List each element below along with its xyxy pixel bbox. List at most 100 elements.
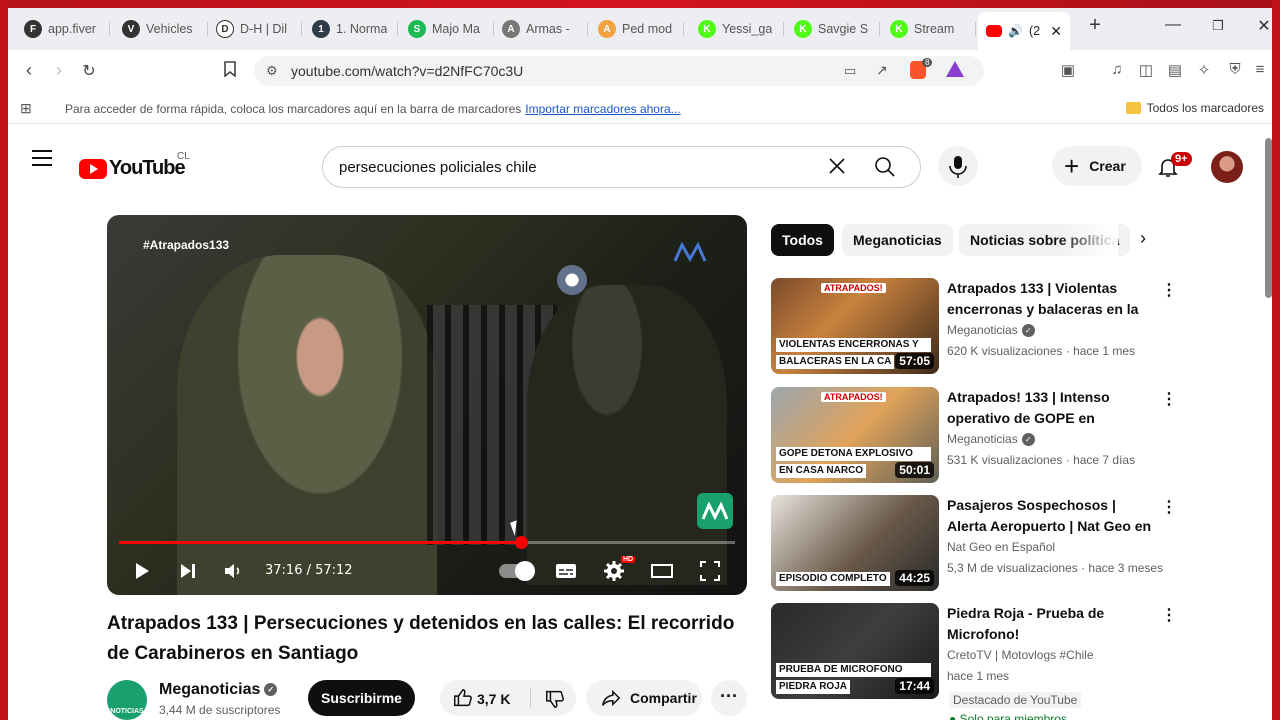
dislike-icon[interactable] — [544, 688, 566, 710]
tab-item[interactable]: K Savgie S — [786, 14, 880, 44]
search-button[interactable] — [873, 155, 903, 181]
speaker-icon[interactable]: 🔊 — [1008, 24, 1023, 38]
more-actions-button[interactable]: ··· — [711, 680, 747, 716]
tab-item[interactable]: Fapp.fiver — [16, 14, 110, 44]
new-tab-button[interactable]: + — [1080, 14, 1110, 37]
fullscreen-icon[interactable] — [698, 559, 722, 583]
search-box[interactable]: persecuciones policiales chile — [322, 146, 921, 188]
recommendation-item[interactable]: ATRAPADOS! GOPE DETONA EXPLOSIVO EN CASA N… — [771, 387, 1181, 487]
channel-name[interactable]: Meganoticias ✓ — [159, 681, 278, 699]
recommendation-channel[interactable]: Meganoticias ✓ — [947, 323, 1035, 338]
share-page-icon[interactable]: ↗ — [876, 62, 888, 79]
forward-button[interactable]: › — [48, 60, 70, 81]
brave-rewards-icon[interactable] — [946, 61, 964, 77]
import-bookmarks-link[interactable]: Importar marcadores ahora... — [525, 102, 680, 116]
reload-button[interactable]: ↻ — [78, 61, 100, 81]
filter-chip[interactable]: Meganoticias — [842, 224, 953, 256]
channel-name-text[interactable]: Meganoticias — [159, 681, 260, 698]
recommendation-item[interactable]: EPISODIO COMPLETO 44:25 Pasajeros Sospecho… — [771, 495, 1181, 595]
search-input[interactable]: persecuciones policiales chile — [339, 159, 537, 176]
recommendation-title[interactable]: Atrapados! 133 | Intenso operativo de GO… — [947, 387, 1152, 429]
apps-grid-icon[interactable]: ⊞ — [20, 100, 32, 117]
guide-menu-icon[interactable] — [32, 150, 52, 166]
tab-item[interactable]: K Stream — [882, 14, 976, 44]
tab-close-icon[interactable]: ✕ — [1050, 23, 1062, 40]
thumbnail-caption: EN CASA NARCO — [776, 464, 867, 478]
recommendation-channel[interactable]: CretoTV | Motovlogs #Chile — [947, 648, 1094, 662]
autoplay-toggle[interactable] — [499, 561, 535, 581]
tab-item[interactable]: 1 1. Norma — [304, 14, 398, 44]
channel-avatar[interactable]: NOTICIAS — [107, 680, 147, 720]
recommendation-channel-text[interactable]: Meganoticias — [947, 432, 1018, 446]
wallet-icon[interactable]: ▤ — [1165, 61, 1185, 79]
more-options-icon[interactable]: ⋮ — [1161, 280, 1177, 300]
all-bookmarks-button[interactable]: Todos los marcadores — [1125, 101, 1264, 115]
account-avatar[interactable] — [1211, 151, 1243, 183]
voice-search-button[interactable] — [938, 146, 978, 186]
minimize-button[interactable]: — — [1158, 16, 1188, 34]
leo-ai-icon[interactable]: ✧ — [1194, 61, 1214, 79]
back-button[interactable]: ‹ — [18, 60, 40, 81]
create-button[interactable]: + Crear — [1052, 146, 1142, 186]
recommendation-title[interactable]: Pasajeros Sospechosos | Alerta Aeropuert… — [947, 495, 1152, 537]
video-thumbnail[interactable]: ATRAPADOS! VIOLENTAS ENCERRONAS Y BALACERA… — [771, 278, 939, 374]
more-options-icon[interactable]: ⋮ — [1161, 389, 1177, 409]
recommendation-title[interactable]: Atrapados 133 | Violentas encerronas y b… — [947, 278, 1152, 320]
recommendation-channel[interactable]: Nat Geo en Español — [947, 540, 1055, 554]
menu-icon[interactable]: ≡ — [1250, 61, 1270, 78]
theater-mode-icon[interactable] — [650, 559, 674, 583]
subtitles-icon[interactable] — [554, 559, 578, 583]
recommendation-title[interactable]: Piedra Roja - Prueba de Microfono! — [947, 603, 1152, 645]
next-button[interactable] — [176, 559, 200, 583]
tab-item[interactable]: A Armas - — [494, 14, 588, 44]
recommendation-channel-text[interactable]: Meganoticias — [947, 323, 1018, 337]
more-options-icon[interactable]: ⋮ — [1161, 497, 1177, 517]
play-button[interactable] — [129, 559, 153, 583]
chevron-right-icon[interactable]: › — [1140, 228, 1146, 249]
page-scrollbar[interactable] — [1265, 138, 1272, 298]
address-bar[interactable]: ⚙ youtube.com/watch?v=d2NfFC70c3U ▭ ↗ 8 — [254, 56, 984, 86]
tab-item[interactable]: V Vehicles — [114, 14, 208, 44]
tab-favicon-icon: K — [794, 20, 812, 38]
more-options-icon[interactable]: ⋮ — [1161, 605, 1177, 625]
filter-chip[interactable]: Todos — [771, 224, 834, 256]
recommendation-channel-text[interactable]: Nat Geo en Español — [947, 540, 1055, 554]
progress-scrubber[interactable] — [514, 536, 528, 549]
site-settings-icon[interactable]: ⚙ — [266, 63, 278, 79]
share-button[interactable]: Compartir — [586, 680, 702, 716]
search-clear-icon[interactable] — [827, 155, 847, 183]
tab-favicon-icon: F — [24, 20, 42, 38]
video-frame-person — [177, 255, 437, 595]
close-window-button[interactable]: ✕ — [1249, 16, 1272, 36]
tab-item[interactable]: A Ped mod — [590, 14, 684, 44]
like-icon[interactable] — [452, 687, 474, 709]
bookmark-icon[interactable] — [220, 61, 240, 81]
sidebar-icon[interactable]: ◫ — [1136, 61, 1156, 79]
media-icon[interactable]: ♫ — [1107, 61, 1127, 78]
tab-item[interactable]: K Yessi_ga — [690, 14, 784, 44]
progress-bar[interactable] — [119, 536, 735, 549]
restore-button[interactable]: ❐ — [1203, 18, 1233, 34]
reader-mode-icon[interactable]: ▣ — [1058, 61, 1078, 79]
video-thumbnail[interactable]: PRUEBA DE MICROFONO PIEDRA ROJA 17:44 — [771, 603, 939, 699]
tab-item[interactable]: D D-H | Dil — [208, 14, 302, 44]
tab-label: Savgie S — [818, 22, 869, 36]
recommendation-item[interactable]: PRUEBA DE MICROFONO PIEDRA ROJA 17:44 Piedr… — [771, 603, 1181, 720]
recommendation-channel[interactable]: Meganoticias ✓ — [947, 432, 1035, 447]
progress-played — [119, 541, 521, 544]
video-thumbnail[interactable]: EPISODIO COMPLETO 44:25 — [771, 495, 939, 591]
tab-youtube-active[interactable]: 🔊 (2 ✕ — [978, 12, 1070, 50]
video-thumbnail[interactable]: ATRAPADOS! GOPE DETONA EXPLOSIVO EN CASA N… — [771, 387, 939, 483]
subscribe-button[interactable]: Suscribirme — [308, 680, 415, 716]
cast-icon[interactable]: ▭ — [844, 63, 856, 79]
volume-icon[interactable] — [221, 559, 245, 583]
youtube-play-icon — [79, 158, 107, 179]
video-title: Atrapados 133 | Persecuciones y detenido… — [107, 613, 735, 664]
tab-favicon-icon: S — [408, 20, 426, 38]
recommendation-channel-text[interactable]: CretoTV | Motovlogs #Chile — [947, 648, 1094, 662]
vpn-icon[interactable]: ⛨ — [1225, 61, 1245, 78]
recommendation-item[interactable]: ATRAPADOS! VIOLENTAS ENCERRONAS Y BALACERA… — [771, 278, 1181, 378]
video-player[interactable]: #Atrapados133 37:16 / 57:12 HD — [107, 215, 747, 595]
youtube-logo[interactable]: YouTube CL — [79, 151, 190, 180]
tab-item[interactable]: S Majo Ma — [400, 14, 494, 44]
